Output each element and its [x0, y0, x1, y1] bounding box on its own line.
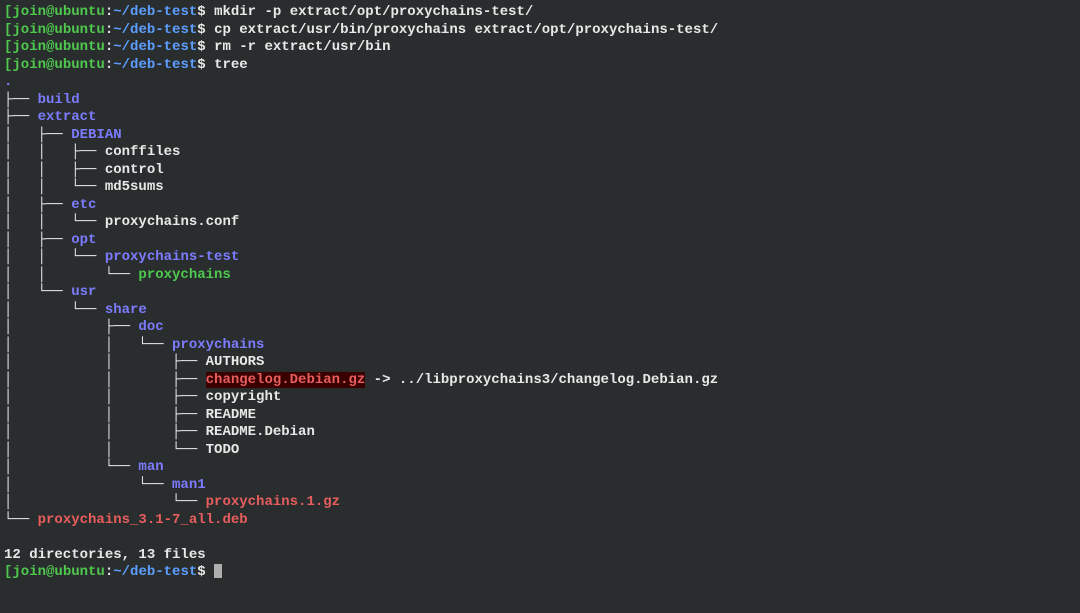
dir-doc: doc: [138, 319, 163, 335]
dir-man1: man1: [172, 477, 206, 493]
dir-proxychains-test: proxychains-test: [105, 249, 239, 265]
tree-row: │ │ └── proxychains: [4, 267, 1076, 285]
empty-line: [4, 529, 1076, 547]
file-todo: TODO: [206, 442, 240, 458]
file-authors: AUTHORS: [206, 354, 265, 370]
tree-row: │ │ └── TODO: [4, 442, 1076, 460]
dir-debian: DEBIAN: [71, 127, 121, 143]
tree-row: │ └── share: [4, 302, 1076, 320]
command-text: cp extract/usr/bin/proxychains extract/o…: [214, 22, 718, 38]
cursor-icon: [214, 564, 222, 578]
tree-summary: 12 directories, 13 files: [4, 547, 1076, 565]
tree-row: │ ├── doc: [4, 319, 1076, 337]
tree-row: │ ├── opt: [4, 232, 1076, 250]
file-readme-debian: README.Debian: [206, 424, 315, 440]
tree-row: │ ├── etc: [4, 197, 1076, 215]
tree-row: ├── extract: [4, 109, 1076, 127]
file-proxychains-conf: proxychains.conf: [105, 214, 239, 230]
dir-man: man: [138, 459, 163, 475]
file-readme: README: [206, 407, 256, 423]
prompt-line-2: [join@ubuntu:~/deb-test$ cp extract/usr/…: [4, 22, 1076, 40]
prompt-line-3: [join@ubuntu:~/deb-test$ rm -r extract/u…: [4, 39, 1076, 57]
tree-row: ├── build: [4, 92, 1076, 110]
file-proxychains-exec: proxychains: [138, 267, 230, 283]
tree-row: │ │ ├── control: [4, 162, 1076, 180]
tree-row: │ │ ├── conffiles: [4, 144, 1076, 162]
dir-doc-proxychains: proxychains: [172, 337, 264, 353]
tree-row: │ ├── DEBIAN: [4, 127, 1076, 145]
file-conffiles: conffiles: [105, 144, 181, 160]
tree-row: │ └── man: [4, 459, 1076, 477]
symlink-target: ../libproxychains3/changelog.Debian.gz: [399, 372, 718, 388]
tree-row: │ │ └── proxychains: [4, 337, 1076, 355]
dir-usr: usr: [71, 284, 96, 300]
dir-etc: etc: [71, 197, 96, 213]
tree-row: │ │ ├── copyright: [4, 389, 1076, 407]
file-changelog-broken: changelog.Debian.gz: [206, 372, 366, 388]
file-control: control: [105, 162, 164, 178]
tree-root: .: [4, 74, 1076, 92]
prompt-line-1: [join@ubuntu:~/deb-test$ mkdir -p extrac…: [4, 4, 1076, 22]
tree-row: │ │ └── proxychains-test: [4, 249, 1076, 267]
file-deb: proxychains_3.1-7_all.deb: [38, 512, 248, 528]
tree-row: │ └── man1: [4, 477, 1076, 495]
prompt-line-active[interactable]: [join@ubuntu:~/deb-test$: [4, 564, 1076, 582]
command-text: rm -r extract/usr/bin: [214, 39, 390, 55]
tree-row: │ │ ├── changelog.Debian.gz -> ../libpro…: [4, 372, 1076, 390]
tree-row: │ │ ├── README.Debian: [4, 424, 1076, 442]
tree-row: │ │ ├── README: [4, 407, 1076, 425]
file-md5sums: md5sums: [105, 179, 164, 195]
prompt-line-4: [join@ubuntu:~/deb-test$ tree: [4, 57, 1076, 75]
dir-extract: extract: [38, 109, 97, 125]
command-text: tree: [214, 57, 248, 73]
tree-row: └── proxychains_3.1-7_all.deb: [4, 512, 1076, 530]
tree-row: │ │ └── md5sums: [4, 179, 1076, 197]
file-copyright: copyright: [206, 389, 282, 405]
command-text: mkdir -p extract/opt/proxychains-test/: [214, 4, 533, 20]
dir-share: share: [105, 302, 147, 318]
dir-build: build: [38, 92, 80, 108]
tree-row: │ └── proxychains.1.gz: [4, 494, 1076, 512]
terminal-window[interactable]: [join@ubuntu:~/deb-test$ mkdir -p extrac…: [4, 4, 1076, 582]
dir-opt: opt: [71, 232, 96, 248]
tree-row: │ │ └── proxychains.conf: [4, 214, 1076, 232]
file-man-gz: proxychains.1.gz: [206, 494, 340, 510]
tree-row: │ │ ├── AUTHORS: [4, 354, 1076, 372]
tree-row: │ └── usr: [4, 284, 1076, 302]
